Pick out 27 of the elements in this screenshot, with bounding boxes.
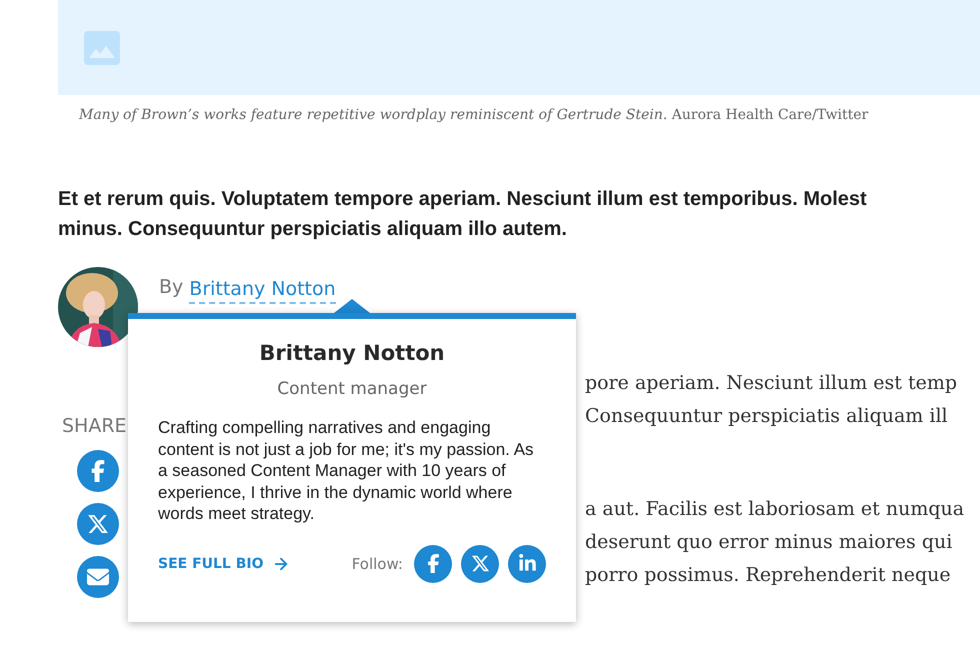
- author-bio: Crafting compelling narratives and engaging content is not just a job for me; it's my passion. As a seasoned Content Manager with 10 years of experience, I thrive in the dynamic world where words meet strategy.: [158, 417, 535, 524]
- x-icon: [470, 554, 490, 573]
- facebook-share-button[interactable]: [77, 450, 119, 492]
- x-share-button[interactable]: [77, 503, 119, 545]
- linkedin-icon: [518, 554, 536, 573]
- body-text: Consequuntur perspiciatis aliquam ill: [585, 404, 949, 429]
- see-full-bio-link[interactable]: SEE FULL BIO: [158, 554, 290, 572]
- author-role: Content manager: [276, 378, 428, 401]
- facebook-follow-button[interactable]: [414, 544, 452, 582]
- email-share-button[interactable]: [77, 556, 119, 598]
- author-link[interactable]: Brittany Notton: [189, 276, 336, 304]
- image-icon: [84, 30, 120, 64]
- share-label: SHARE: [62, 415, 127, 437]
- lead-text: minus. Consequuntur perspiciatis aliquam illo autem.: [58, 217, 568, 242]
- follow-label: Follow:: [352, 554, 403, 572]
- image-caption: Many of Brown’s works feature repetitive wordplay reminiscent of Gertrude Stein. Aurora Health Care/Twitter: [79, 106, 870, 125]
- byline-prefix: By: [159, 276, 184, 300]
- envelope-icon: [87, 566, 109, 588]
- body-text: deserunt quo error minus maiores qui: [585, 530, 954, 555]
- body-text: pore aperiam. Nesciunt illum est temp: [585, 371, 958, 396]
- linkedin-follow-button[interactable]: [508, 544, 546, 582]
- x-follow-button[interactable]: [461, 544, 499, 582]
- x-icon: [87, 513, 109, 535]
- author-name: Brittany Notton: [258, 340, 446, 367]
- lead-text: Et et rerum quis. Voluptatem tempore aperiam. Nesciunt illum est temporibus. Molest: [58, 187, 868, 212]
- body-text: a aut. Facilis est laboriosam et numqua: [585, 497, 966, 522]
- body-text: porro possimus. Reprehenderit neque: [585, 563, 952, 588]
